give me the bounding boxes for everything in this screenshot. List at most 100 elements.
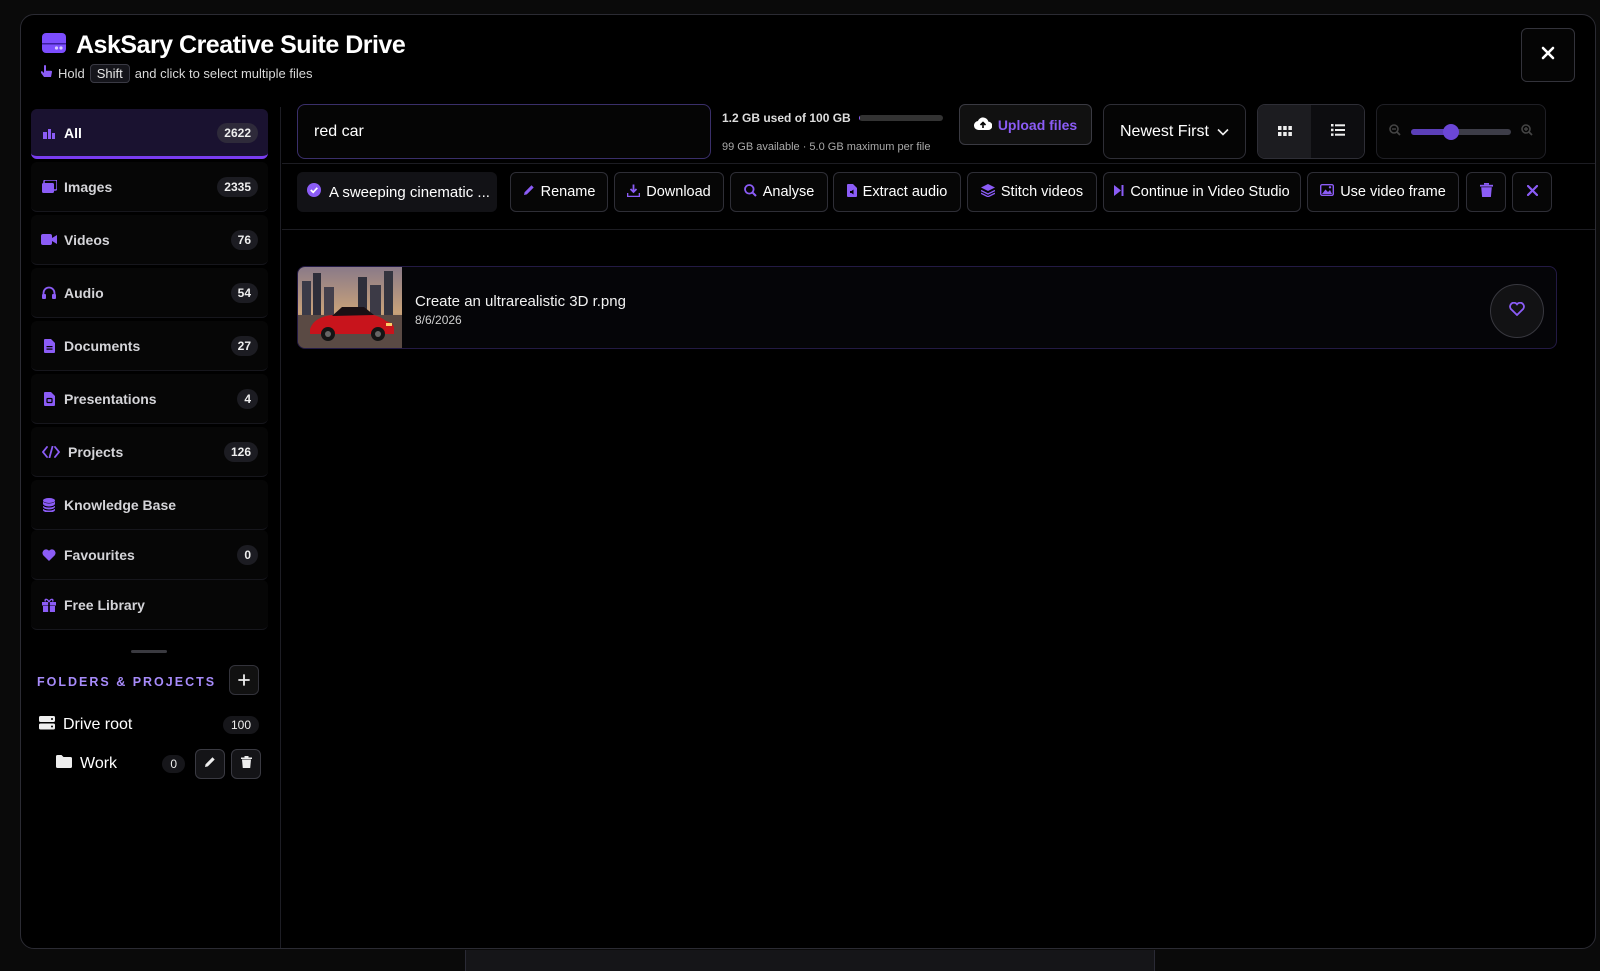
heart-icon: [41, 547, 57, 563]
main-panel: red car 1.2 GB used of 100 GB 99 GB avai…: [282, 104, 1595, 948]
delete-selected-button[interactable]: [1466, 172, 1506, 212]
files-icon: [41, 125, 57, 141]
favourite-button[interactable]: [1490, 284, 1544, 338]
pencil-icon: [523, 184, 535, 200]
shift-key: Shift: [89, 64, 130, 83]
sidebar-item-label: Documents: [64, 337, 141, 354]
action-bar-divider: [282, 229, 1595, 230]
trash-icon: [1479, 183, 1493, 201]
images-icon: [41, 179, 57, 195]
download-button[interactable]: Download: [614, 172, 724, 212]
database-icon: [41, 497, 57, 513]
extract-audio-button[interactable]: Extract audio: [833, 172, 961, 212]
sidebar-item-label: Free Library: [64, 596, 145, 613]
sidebar-item-presentations[interactable]: Presentations 4: [31, 374, 268, 424]
sidebar-item-label: Presentations: [64, 390, 157, 407]
file-name: Create an ultrarealistic 3D r.png: [415, 293, 626, 310]
zoom-track[interactable]: [1411, 123, 1511, 140]
count-badge: 76: [230, 229, 258, 250]
selected-file-label: A sweeping cinematic ...: [329, 183, 490, 201]
continue-in-video-studio-button[interactable]: Continue in Video Studio: [1103, 172, 1301, 212]
magnify-icon: [743, 183, 757, 201]
tree-item-label: Work: [80, 755, 118, 772]
view-toggle: [1257, 104, 1365, 159]
sidebar-item-free-library[interactable]: Free Library: [31, 580, 268, 630]
download-label: Download: [646, 184, 711, 200]
count-badge: 126: [223, 441, 258, 462]
sidebar-item-label: Favourites: [64, 546, 135, 563]
count-badge: 0: [237, 544, 258, 565]
storage-available-text: 99 GB available · 5.0 GB maximum per fil…: [722, 141, 931, 153]
sidebar-item-label: Videos: [64, 231, 110, 248]
presentation-icon: [41, 391, 57, 407]
gift-icon: [41, 597, 57, 613]
use-video-frame-button[interactable]: Use video frame: [1307, 172, 1459, 212]
search-input[interactable]: red car: [297, 104, 711, 159]
count-badge: 54: [230, 282, 258, 303]
plus-icon: [238, 670, 250, 691]
sidebar-item-knowledge-base[interactable]: Knowledge Base: [31, 480, 268, 530]
add-folder-button[interactable]: [229, 665, 259, 695]
selection-action-bar: A sweeping cinematic ... Rename Download…: [282, 172, 1595, 216]
file-list-item[interactable]: Create an ultrarealistic 3D r.png 8/6/20…: [297, 266, 1557, 349]
use-video-frame-label: Use video frame: [1340, 184, 1446, 200]
count-badge: 0: [162, 755, 185, 773]
code-icon: [41, 444, 61, 460]
close-icon: [1541, 46, 1555, 65]
storage-progress-fill: [858, 115, 861, 121]
title-row: AskSary Creative Suite Drive: [41, 31, 406, 60]
sidebar-item-documents[interactable]: Documents 27: [31, 321, 268, 371]
sidebar-item-audio[interactable]: Audio 54: [31, 268, 268, 318]
grid-icon: [1277, 123, 1292, 141]
sort-value: Newest First: [1120, 122, 1209, 140]
rename-button[interactable]: Rename: [510, 172, 608, 212]
search-value: red car: [314, 122, 364, 140]
delete-folder-button[interactable]: [231, 749, 261, 779]
file-thumbnail: [298, 267, 402, 348]
zoom-slider[interactable]: [1376, 104, 1546, 159]
sidebar-resize-handle[interactable]: [131, 650, 167, 653]
drive-icon: [41, 31, 67, 60]
continue-in-video-studio-label: Continue in Video Studio: [1130, 184, 1290, 200]
selected-file-chip[interactable]: A sweeping cinematic ...: [297, 172, 497, 212]
sidebar-item-favourites[interactable]: Favourites 0: [31, 530, 268, 580]
sidebar-item-all[interactable]: All 2622: [31, 109, 268, 159]
sidebar: All 2622 Images 2335 Videos 76 Audio 54 …: [21, 107, 281, 948]
pointer-hand-icon: [40, 65, 53, 82]
clear-selection-button[interactable]: [1512, 172, 1552, 212]
download-icon: [626, 184, 641, 201]
storage-used-text: 1.2 GB used of 100 GB: [722, 111, 851, 125]
analyse-button[interactable]: Analyse: [730, 172, 828, 212]
drive-modal: AskSary Creative Suite Drive Hold Shift …: [20, 14, 1596, 949]
skip-forward-icon: [1114, 184, 1124, 200]
drive-icon: [39, 715, 55, 735]
extract-audio-label: Extract audio: [862, 184, 948, 200]
sidebar-item-label: All: [64, 124, 82, 141]
grid-view-button[interactable]: [1258, 105, 1311, 158]
count-badge: 4: [237, 388, 258, 409]
page-title: AskSary Creative Suite Drive: [76, 31, 406, 59]
sidebar-item-label: Projects: [68, 443, 124, 460]
list-view-button[interactable]: [1311, 105, 1364, 158]
stitch-videos-button[interactable]: Stitch videos: [967, 172, 1097, 212]
count-badge: 2622: [217, 122, 258, 143]
zoom-thumb[interactable]: [1443, 123, 1459, 140]
folders-section-title: FOLDERS & PROJECTS: [37, 675, 217, 689]
cloud-upload-icon: [973, 116, 993, 133]
sidebar-item-images[interactable]: Images 2335: [31, 162, 268, 212]
tree-item-work[interactable]: Work 0: [56, 747, 261, 781]
count-badge: 100: [222, 716, 259, 734]
storage-meter: 1.2 GB used of 100 GB 99 GB available · …: [722, 111, 952, 153]
sidebar-item-projects[interactable]: Projects 126: [31, 427, 268, 477]
upload-label: Upload files: [997, 116, 1078, 133]
upload-files-button[interactable]: Upload files: [959, 104, 1092, 145]
rename-label: Rename: [540, 184, 596, 200]
rename-folder-button[interactable]: [195, 749, 225, 779]
close-modal-button[interactable]: [1521, 28, 1575, 82]
sort-select[interactable]: Newest First: [1103, 104, 1246, 159]
tree-item-drive-root[interactable]: Drive root 100: [39, 708, 259, 742]
file-date: 8/6/2026: [415, 313, 462, 327]
file-audio-icon: [846, 183, 857, 201]
sidebar-item-videos[interactable]: Videos 76: [31, 215, 268, 265]
list-icon: [1330, 123, 1345, 141]
